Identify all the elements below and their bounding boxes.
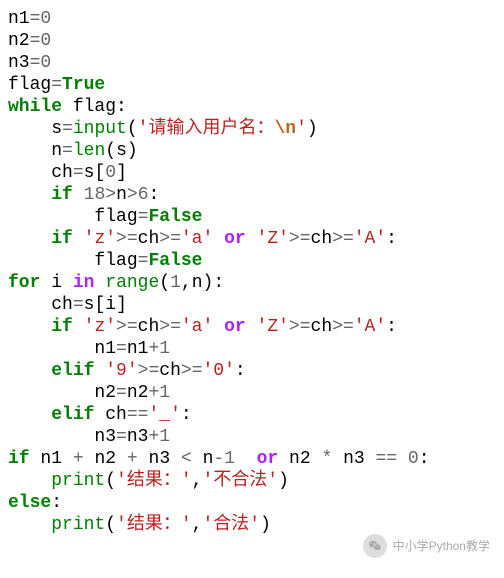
watermark-text: 中小学Python教学 <box>393 535 490 557</box>
var: n1 <box>8 9 30 29</box>
watermark: 中小学Python教学 <box>363 534 490 558</box>
wechat-icon <box>363 534 387 558</box>
code-block: n1=0 n2=0 n3=0 flag=True while flag: s=i… <box>8 8 496 536</box>
